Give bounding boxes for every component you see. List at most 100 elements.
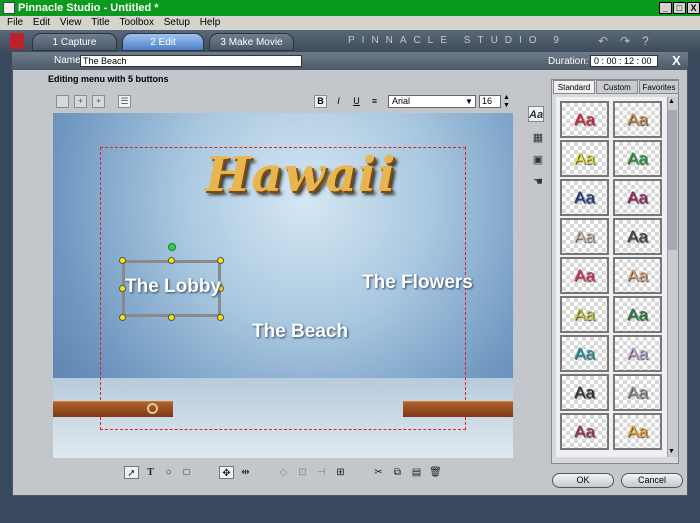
minimize-button[interactable]: _ xyxy=(659,2,672,14)
style-swatch[interactable]: Aa xyxy=(560,140,609,177)
rotate-handle[interactable] xyxy=(168,243,176,251)
redo-icon[interactable]: ↷ xyxy=(620,34,630,48)
ellipse-tool-icon[interactable]: ○ xyxy=(161,466,176,479)
help-icon[interactable]: ? xyxy=(642,34,649,48)
tab-make-movie[interactable]: 3 Make Movie xyxy=(209,33,294,51)
chevron-down-icon[interactable]: ▼ xyxy=(465,97,473,106)
main-tab-bar: 1 Capture 2 Edit 3 Make Movie PINNACLE S… xyxy=(0,30,700,52)
menu-edit[interactable]: Edit xyxy=(33,17,50,28)
delete-icon[interactable]: 🗑 xyxy=(428,466,443,479)
resize-handle-tr[interactable] xyxy=(217,257,224,264)
tab-edit[interactable]: 2 Edit xyxy=(122,33,204,51)
menu-toolbox[interactable]: Toolbox xyxy=(120,17,154,28)
resize-handle-bl[interactable] xyxy=(119,314,126,321)
italic-button[interactable]: I xyxy=(332,95,345,108)
brand-label: PINNACLE STUDIO 9 xyxy=(348,35,566,46)
picture-icon[interactable]: ▣ xyxy=(530,152,546,168)
square-icon[interactable] xyxy=(56,95,69,108)
rotate-icon[interactable]: ◇ xyxy=(276,466,291,479)
resize-handle-tl[interactable] xyxy=(119,257,126,264)
style-swatch[interactable]: Aa xyxy=(613,374,662,411)
style-swatch[interactable]: Aa xyxy=(613,413,662,450)
pinnacle-logo-icon xyxy=(10,33,24,49)
close-editor-button[interactable]: X xyxy=(672,53,681,68)
style-swatch[interactable]: Aa xyxy=(560,179,609,216)
title-canvas[interactable]: Hawaii The Lobby The Flowers The Beach xyxy=(53,113,513,458)
font-size-field[interactable]: 16 xyxy=(479,95,501,108)
pointer-icon[interactable]: ➚ xyxy=(124,466,139,479)
underline-button[interactable]: U xyxy=(350,95,363,108)
style-swatch[interactable]: Aa xyxy=(613,335,662,372)
undo-icon[interactable]: ↶ xyxy=(598,34,608,48)
move-icon[interactable]: ✥ xyxy=(219,466,234,479)
menu-title[interactable]: Title xyxy=(91,17,110,28)
text-tool-icon[interactable]: T xyxy=(143,466,158,479)
style-swatch[interactable]: Aa xyxy=(613,179,662,216)
style-swatch[interactable]: Aa xyxy=(560,413,609,450)
menu-help[interactable]: Help xyxy=(200,17,221,28)
style-swatch[interactable]: Aa xyxy=(560,218,609,255)
tab-favorites[interactable]: Favorites xyxy=(639,80,679,94)
app-icon xyxy=(3,2,15,14)
tab-custom[interactable]: Custom xyxy=(596,80,638,94)
style-swatch[interactable]: Aa xyxy=(613,218,662,255)
style-swatch[interactable]: Aa xyxy=(560,374,609,411)
copy-icon[interactable]: ⧉ xyxy=(390,466,405,479)
button-icon[interactable]: ☚ xyxy=(530,174,546,190)
resize-handle-t[interactable] xyxy=(168,257,175,264)
style-swatch[interactable]: Aa xyxy=(560,101,609,138)
menu-button-text[interactable]: The Flowers xyxy=(362,272,473,294)
resize-handle-b[interactable] xyxy=(168,314,175,321)
style-swatch[interactable]: Aa xyxy=(613,140,662,177)
style-swatch[interactable]: Aa xyxy=(560,296,609,333)
text-style-icon[interactable]: Aa xyxy=(528,106,544,122)
duration-field[interactable]: 0 : 00 : 12 : 00 xyxy=(590,55,658,67)
bold-button[interactable]: B xyxy=(314,95,327,108)
style-swatch[interactable]: Aa xyxy=(560,335,609,372)
scrollbar-thumb[interactable] xyxy=(668,110,677,250)
style-swatch[interactable]: Aa xyxy=(560,257,609,294)
menu-file[interactable]: File xyxy=(7,17,23,28)
paste-icon[interactable]: ▤ xyxy=(409,466,424,479)
maximize-button[interactable]: □ xyxy=(673,2,686,14)
menu-bar: File Edit View Title Toolbox Setup Help xyxy=(0,16,700,30)
resize-icon[interactable]: ⇹ xyxy=(238,466,253,479)
align-button[interactable]: ≡ xyxy=(368,95,381,108)
tab-capture[interactable]: 1 Capture xyxy=(32,33,117,51)
scroll-down-icon[interactable]: ▼ xyxy=(668,448,675,455)
close-window-button[interactable]: X xyxy=(687,2,700,14)
menu-header-label: Editing menu with 5 buttons xyxy=(48,74,169,84)
window-title: Pinnacle Studio - Untitled * xyxy=(18,2,159,14)
duration-label: Duration: xyxy=(548,56,589,67)
rectangle-tool-icon[interactable]: □ xyxy=(179,466,194,479)
font-family-select[interactable]: Arial xyxy=(388,95,476,108)
cancel-button[interactable]: Cancel xyxy=(621,473,683,488)
ring-icon xyxy=(147,403,158,414)
menu-button-text[interactable]: The Lobby xyxy=(125,276,221,298)
menu-button-text[interactable]: The Beach xyxy=(252,321,348,343)
font-size-stepper[interactable]: ▲ ▼ xyxy=(503,94,510,110)
plus-box-icon[interactable]: + xyxy=(92,95,105,108)
menu-view[interactable]: View xyxy=(60,17,82,28)
menu-setup[interactable]: Setup xyxy=(164,17,190,28)
background-icon[interactable]: ▦ xyxy=(530,130,546,146)
name-field[interactable]: The Beach xyxy=(80,55,302,67)
window-title-bar: Pinnacle Studio - Untitled * _ □ X xyxy=(0,0,700,16)
list-icon[interactable]: ☰ xyxy=(118,95,131,108)
style-swatch[interactable]: Aa xyxy=(613,296,662,333)
scroll-up-icon[interactable]: ▲ xyxy=(668,98,675,105)
style-swatch[interactable]: Aa xyxy=(613,101,662,138)
wood-plank-right xyxy=(403,401,513,417)
grid-icon[interactable]: ⊞ xyxy=(333,466,348,479)
ok-button[interactable]: OK xyxy=(552,473,614,488)
resize-handle-br[interactable] xyxy=(217,314,224,321)
distribute-icon[interactable]: ⊣ xyxy=(314,466,329,479)
status-strip xyxy=(12,496,688,523)
plus-icon[interactable]: + xyxy=(74,95,87,108)
cut-icon[interactable]: ✂ xyxy=(371,466,386,479)
style-swatch-grid: Aa Aa Aa Aa Aa Aa Aa Aa Aa Aa Aa Aa Aa Aa Aa Aa Aa Aa xyxy=(556,97,667,457)
tab-standard[interactable]: Standard xyxy=(553,80,595,94)
canvas-title-text[interactable]: Hawaii xyxy=(205,147,396,203)
style-swatch[interactable]: Aa xyxy=(613,257,662,294)
align-icon[interactable]: ⊡ xyxy=(295,466,310,479)
